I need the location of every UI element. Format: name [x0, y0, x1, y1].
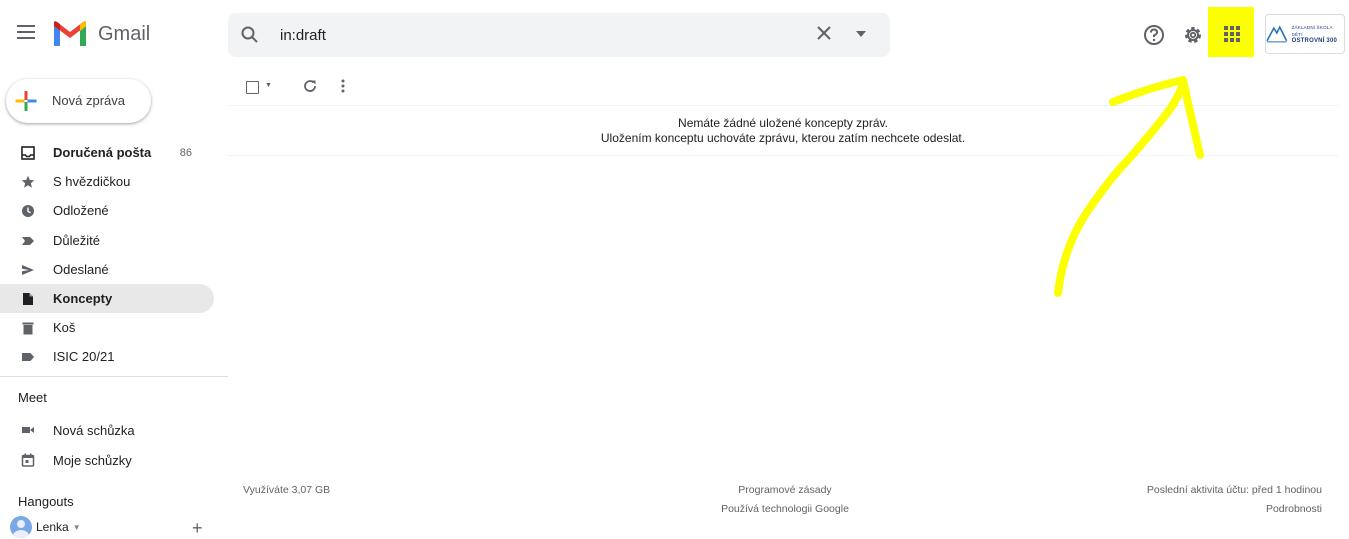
last-activity-text: Poslední aktivita účtu: před 1 hodinou: [1146, 484, 1322, 496]
sidebar-item-inbox[interactable]: Doručená pošta 86: [0, 138, 214, 167]
empty-drafts-message: Nemáte žádné uložené koncepty zpráv. Ulo…: [228, 116, 1338, 146]
sidebar-item-label: Odložené: [53, 203, 109, 219]
compose-label: Nová zpráva: [52, 93, 125, 108]
sidebar-item-label: Doručená pošta: [53, 145, 152, 161]
sidebar-item-snoozed[interactable]: Odložené: [0, 196, 214, 225]
new-meeting-label: Nová schůzka: [53, 423, 135, 438]
my-meetings-button[interactable]: Moje schůzky: [0, 446, 214, 474]
new-meeting-button[interactable]: Nová schůzka: [0, 416, 214, 444]
hamburger-icon: [17, 25, 35, 39]
search-input[interactable]: [280, 23, 820, 47]
sidebar-item-label: Koš: [53, 320, 76, 336]
my-meetings-label: Moje schůzky: [53, 453, 132, 468]
help-button[interactable]: [1142, 23, 1166, 47]
sidebar-item-label-isic[interactable]: ISIC 20/21: [0, 342, 214, 371]
sidebar-item-drafts[interactable]: Koncepty: [0, 283, 214, 314]
unread-count: 86: [179, 146, 192, 159]
avatar: [10, 516, 32, 538]
sidebar-item-starred[interactable]: S hvězdičkou: [0, 167, 214, 196]
hangouts-user[interactable]: Lenka ▼: [10, 516, 81, 538]
sidebar-item-label: S hvězdičkou: [53, 174, 131, 190]
hangouts-title: Hangouts: [18, 494, 74, 509]
search-options-icon[interactable]: [855, 28, 867, 40]
sidebar-item-label: Koncepty: [53, 291, 113, 307]
school-name-line2: OSTROVNÍ 300: [1291, 37, 1338, 44]
important-icon: [20, 233, 36, 249]
storage-usage: Využíváte 3,07 GB: [243, 484, 331, 496]
content-divider: [228, 155, 1338, 156]
apps-grid-icon: [1224, 26, 1240, 42]
search-icon[interactable]: [240, 25, 260, 45]
sidebar-item-sent[interactable]: Odeslané: [0, 255, 214, 284]
sidebar-divider: [0, 376, 228, 377]
sidebar-item-label: Odeslané: [53, 261, 109, 277]
school-name-line1: ZÁKLADNÍ ŠKOLA DĚTÍ: [1291, 24, 1333, 37]
mail-toolbar: ▼: [228, 70, 1338, 106]
empty-message-line2: Uložením konceptu uchováte zprávu, ktero…: [600, 131, 966, 145]
sidebar-item-label: Důležité: [53, 232, 100, 248]
google-apps-button[interactable]: [1220, 22, 1244, 46]
inbox-icon: [20, 145, 36, 161]
calendar-icon: [20, 452, 36, 468]
draft-icon: [20, 291, 36, 307]
add-person-icon[interactable]: +: [192, 518, 203, 539]
empty-message-line1: Nemáte žádné uložené koncepty zpráv.: [678, 116, 888, 130]
more-vert-icon[interactable]: [340, 78, 346, 94]
hangouts-user-name: Lenka: [36, 520, 69, 534]
school-logo-icon: [1266, 25, 1288, 43]
gmail-m-icon: [54, 21, 86, 46]
gear-icon: [1185, 27, 1201, 43]
footer-center: Programové zásady Používá technologii Go…: [680, 481, 890, 519]
select-all-checkbox[interactable]: [246, 81, 259, 94]
clock-icon: [20, 203, 36, 219]
refresh-icon[interactable]: [302, 78, 318, 94]
send-icon: [20, 262, 36, 278]
video-camera-icon: [20, 422, 36, 438]
sidebar-item-important[interactable]: Důležité: [0, 226, 214, 255]
trash-icon: [20, 320, 36, 336]
label-icon: [20, 349, 36, 365]
program-policies-link[interactable]: Programové zásady: [680, 481, 890, 500]
select-options-icon[interactable]: ▼: [265, 82, 272, 89]
account-activity: Poslední aktivita účtu: před 1 hodinou P…: [1147, 481, 1322, 519]
chevron-down-icon: ▼: [72, 522, 81, 532]
app-name: Gmail: [98, 22, 151, 45]
account-button[interactable]: ZÁKLADNÍ ŠKOLA DĚTÍ OSTROVNÍ 300: [1265, 14, 1345, 54]
clear-search-icon[interactable]: [814, 23, 834, 43]
details-link[interactable]: Podrobnosti: [1147, 500, 1322, 519]
plus-icon: [15, 91, 37, 111]
sidebar-item-trash[interactable]: Koš: [0, 313, 214, 342]
search-bar: [228, 13, 890, 57]
help-icon: [1144, 25, 1164, 45]
sidebar-nav: Doručená pošta 86 S hvězdičkou Odložené …: [0, 138, 214, 372]
star-icon: [20, 174, 36, 190]
settings-button[interactable]: [1181, 23, 1205, 47]
meet-title: Meet: [18, 390, 47, 405]
sidebar-item-label: ISIC 20/21: [53, 349, 115, 365]
top-bar: Gmail in:draft ZÁKLADNÍ ŠKOLA DĚTÍ OSTRO…: [0, 0, 1349, 68]
main-menu-button[interactable]: [12, 18, 40, 46]
powered-by-text: Používá technologii Google: [721, 503, 849, 515]
gmail-logo[interactable]: Gmail: [52, 20, 150, 48]
compose-button[interactable]: Nová zpráva: [6, 79, 151, 123]
school-name: ZÁKLADNÍ ŠKOLA DĚTÍ OSTROVNÍ 300: [1292, 24, 1344, 45]
